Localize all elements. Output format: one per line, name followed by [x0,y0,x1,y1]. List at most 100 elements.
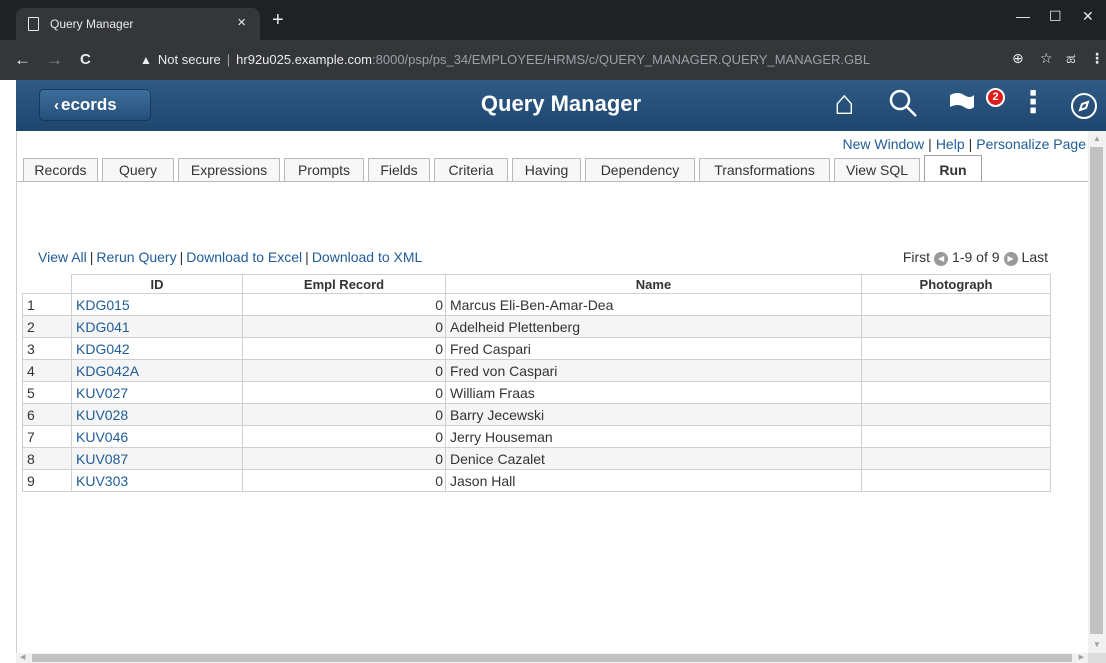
security-label[interactable]: Not secure [158,52,221,67]
photograph-cell [861,315,1051,338]
browser-tab[interactable]: Query Manager × [16,8,260,40]
employee-id-link[interactable]: KDG015 [71,293,243,316]
vertical-scrollbar[interactable]: ▲ ▼ [1088,131,1106,653]
previous-page-icon[interactable]: ◀ [934,252,949,266]
row-number-header [22,274,72,294]
back-button[interactable]: ‹ ecords [39,89,151,121]
flag-icon[interactable] [946,89,976,119]
actions-menu-icon[interactable]: ⋮ [1018,86,1048,120]
url-separator: | [226,52,231,67]
row-number: 9 [22,469,72,492]
zoom-icon[interactable]: ⊕ [1012,50,1024,67]
help-link[interactable]: Help [936,136,965,152]
download-excel-link[interactable]: Download to Excel [186,249,302,265]
url-path: :8000/psp/ps_34/EMPLOYEE/HRMS/c/QUERY_MA… [372,52,871,67]
employee-id-link[interactable]: KUV046 [71,425,243,448]
employee-id-link[interactable]: KUV027 [71,381,243,404]
new-tab-button[interactable]: + [272,10,284,30]
employee-id-link[interactable]: KDG042 [71,337,243,360]
tab-run[interactable]: Run [924,155,982,181]
table-row: 3 KDG042 0 Fred Caspari [22,337,1051,360]
table-row: 8 KUV087 0 Denice Cazalet [22,447,1051,470]
view-all-link[interactable]: View All [38,249,87,265]
table-row: 6 KUV028 0 Barry Jecewski [22,403,1051,426]
scroll-down-icon[interactable]: ▼ [1088,637,1106,653]
empl-record-cell: 0 [242,359,446,382]
browser-menu-icon[interactable]: ⋮ [1090,50,1104,67]
url-field[interactable]: ▲ Not secure | hr92u025.example.com:8000/ps… [140,48,1020,72]
empl-record-cell: 0 [242,293,446,316]
bookmark-star-icon[interactable]: ☆ [1040,50,1053,67]
photograph-cell [861,469,1051,492]
vertical-scroll-thumb[interactable] [1090,147,1103,634]
row-number: 2 [22,315,72,338]
forward-icon[interactable]: → [46,50,63,70]
table-row: 9 KUV303 0 Jason Hall [22,469,1051,492]
new-window-link[interactable]: New Window [842,136,924,152]
employee-id-link[interactable]: KUV028 [71,403,243,426]
tab-criteria[interactable]: Criteria [434,158,508,181]
home-icon[interactable]: ⌂ [834,86,855,120]
column-header-empl-record[interactable]: Empl Record [242,274,446,294]
link-separator: | [89,249,94,265]
table-row: 2 KDG041 0 Adelheid Plettenberg [22,315,1051,338]
grid-pager: First ◀ 1-9 of 9 ▶ Last [903,249,1048,266]
window-left-edge [0,80,16,663]
tab-view-sql[interactable]: View SQL [834,158,920,181]
employee-id-link[interactable]: KUV303 [71,469,243,492]
employee-id-link[interactable]: KDG042A [71,359,243,382]
row-number: 1 [22,293,72,316]
name-cell: William Fraas [445,381,862,404]
close-tab-icon[interactable]: × [237,14,246,31]
table-row: 4 KDG042A 0 Fred von Caspari [22,359,1051,382]
pager-last-label[interactable]: Last [1022,249,1048,265]
link-separator: | [179,249,184,265]
minimize-icon[interactable]: — [1016,8,1030,24]
address-bar: ← → C ▲ Not secure | hr92u025.example.com:8… [0,40,1106,80]
pager-first-label[interactable]: First [903,249,930,265]
reload-icon[interactable]: C [80,50,91,70]
tab-prompts[interactable]: Prompts [284,158,364,181]
tab-query[interactable]: Query [102,158,174,181]
tab-transformations[interactable]: Transformations [699,158,830,181]
tab-fields[interactable]: Fields [368,158,430,181]
name-cell: Marcus Eli-Ben-Amar-Dea [445,293,862,316]
search-icon[interactable] [888,88,918,118]
grid-header-row: ID Empl Record Name Photograph [22,274,1051,294]
maximize-icon[interactable]: ☐ [1049,8,1062,25]
horizontal-scrollbar[interactable]: ◀ ▶ [16,653,1088,663]
ps-header-banner: ‹ ecords Query Manager ⌂ 2 ⋮ [16,80,1106,131]
tab-expressions[interactable]: Expressions [178,158,280,181]
rerun-query-link[interactable]: Rerun Query [96,249,176,265]
download-xml-link[interactable]: Download to XML [312,249,423,265]
scroll-right-icon[interactable]: ▶ [1079,653,1084,663]
column-header-name[interactable]: Name [445,274,862,294]
row-number: 8 [22,447,72,470]
employee-id-link[interactable]: KUV087 [71,447,243,470]
tab-dependency[interactable]: Dependency [585,158,695,181]
table-row: 1 KDG015 0 Marcus Eli-Ben-Amar-Dea [22,293,1051,316]
tab-records[interactable]: Records [23,158,98,181]
personalize-page-link[interactable]: Personalize Page [976,136,1086,152]
query-results-grid: ID Empl Record Name Photograph 1 KDG015 … [22,274,1051,492]
tab-divider [17,181,1088,182]
page-icon [28,17,39,31]
empl-record-cell: 0 [242,381,446,404]
table-row: 7 KUV046 0 Jerry Houseman [22,425,1051,448]
tab-having[interactable]: Having [512,158,581,181]
photograph-cell [861,447,1051,470]
name-cell: Adelheid Plettenberg [445,315,862,338]
horizontal-scroll-thumb[interactable] [32,654,1072,662]
scroll-left-icon[interactable]: ◀ [20,653,25,663]
close-window-icon[interactable]: ✕ [1082,8,1094,25]
extension-icon[interactable]: ಹ [1066,50,1076,67]
back-icon[interactable]: ← [14,50,31,70]
scroll-up-icon[interactable]: ▲ [1088,131,1106,147]
column-header-id[interactable]: ID [71,274,243,294]
next-page-icon[interactable]: ▶ [1003,252,1018,266]
employee-id-link[interactable]: KDG041 [71,315,243,338]
column-header-photograph[interactable]: Photograph [861,274,1051,294]
photograph-cell [861,359,1051,382]
page-top-links: New Window | Help | Personalize Page [842,136,1086,152]
navbar-compass-icon[interactable] [1071,93,1097,119]
